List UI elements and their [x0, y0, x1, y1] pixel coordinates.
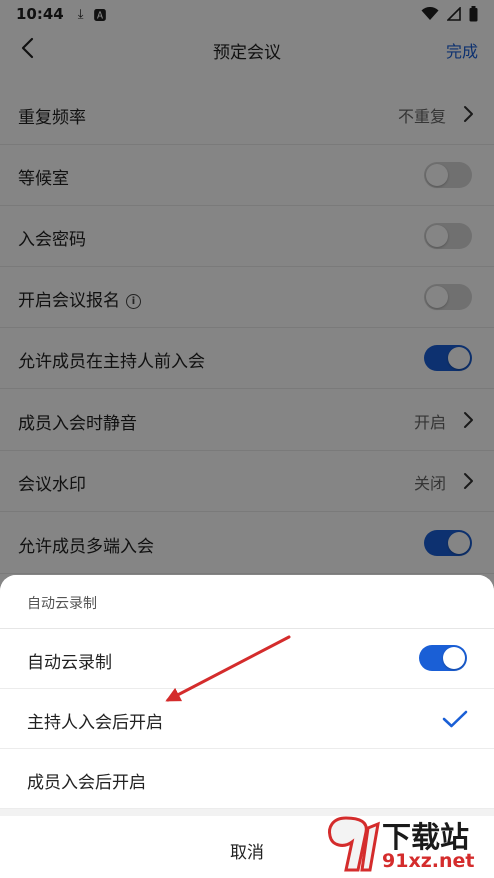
site-watermark: 下载站 91xz.net	[322, 812, 494, 878]
sheet-title: 自动云录制	[27, 596, 97, 612]
sheet-option-start-after-host-joins[interactable]: 主持人入会后开启	[0, 689, 494, 749]
watermark-logo-icon	[328, 816, 380, 872]
toggle-knob	[443, 647, 465, 669]
watermark-domain: 91xz.net	[382, 850, 475, 872]
option-label: 主持人入会后开启	[27, 713, 163, 733]
sheet-header: 自动云录制	[0, 575, 494, 629]
checkmark-icon	[442, 710, 468, 728]
sheet-option-start-after-member-joins[interactable]: 成员入会后开启	[0, 749, 494, 809]
option-label: 自动云录制	[27, 653, 112, 673]
auto-cloud-recording-toggle[interactable]	[419, 645, 467, 671]
option-label: 成员入会后开启	[27, 773, 146, 793]
sheet-option-auto-cloud-recording: 自动云录制	[0, 629, 494, 689]
